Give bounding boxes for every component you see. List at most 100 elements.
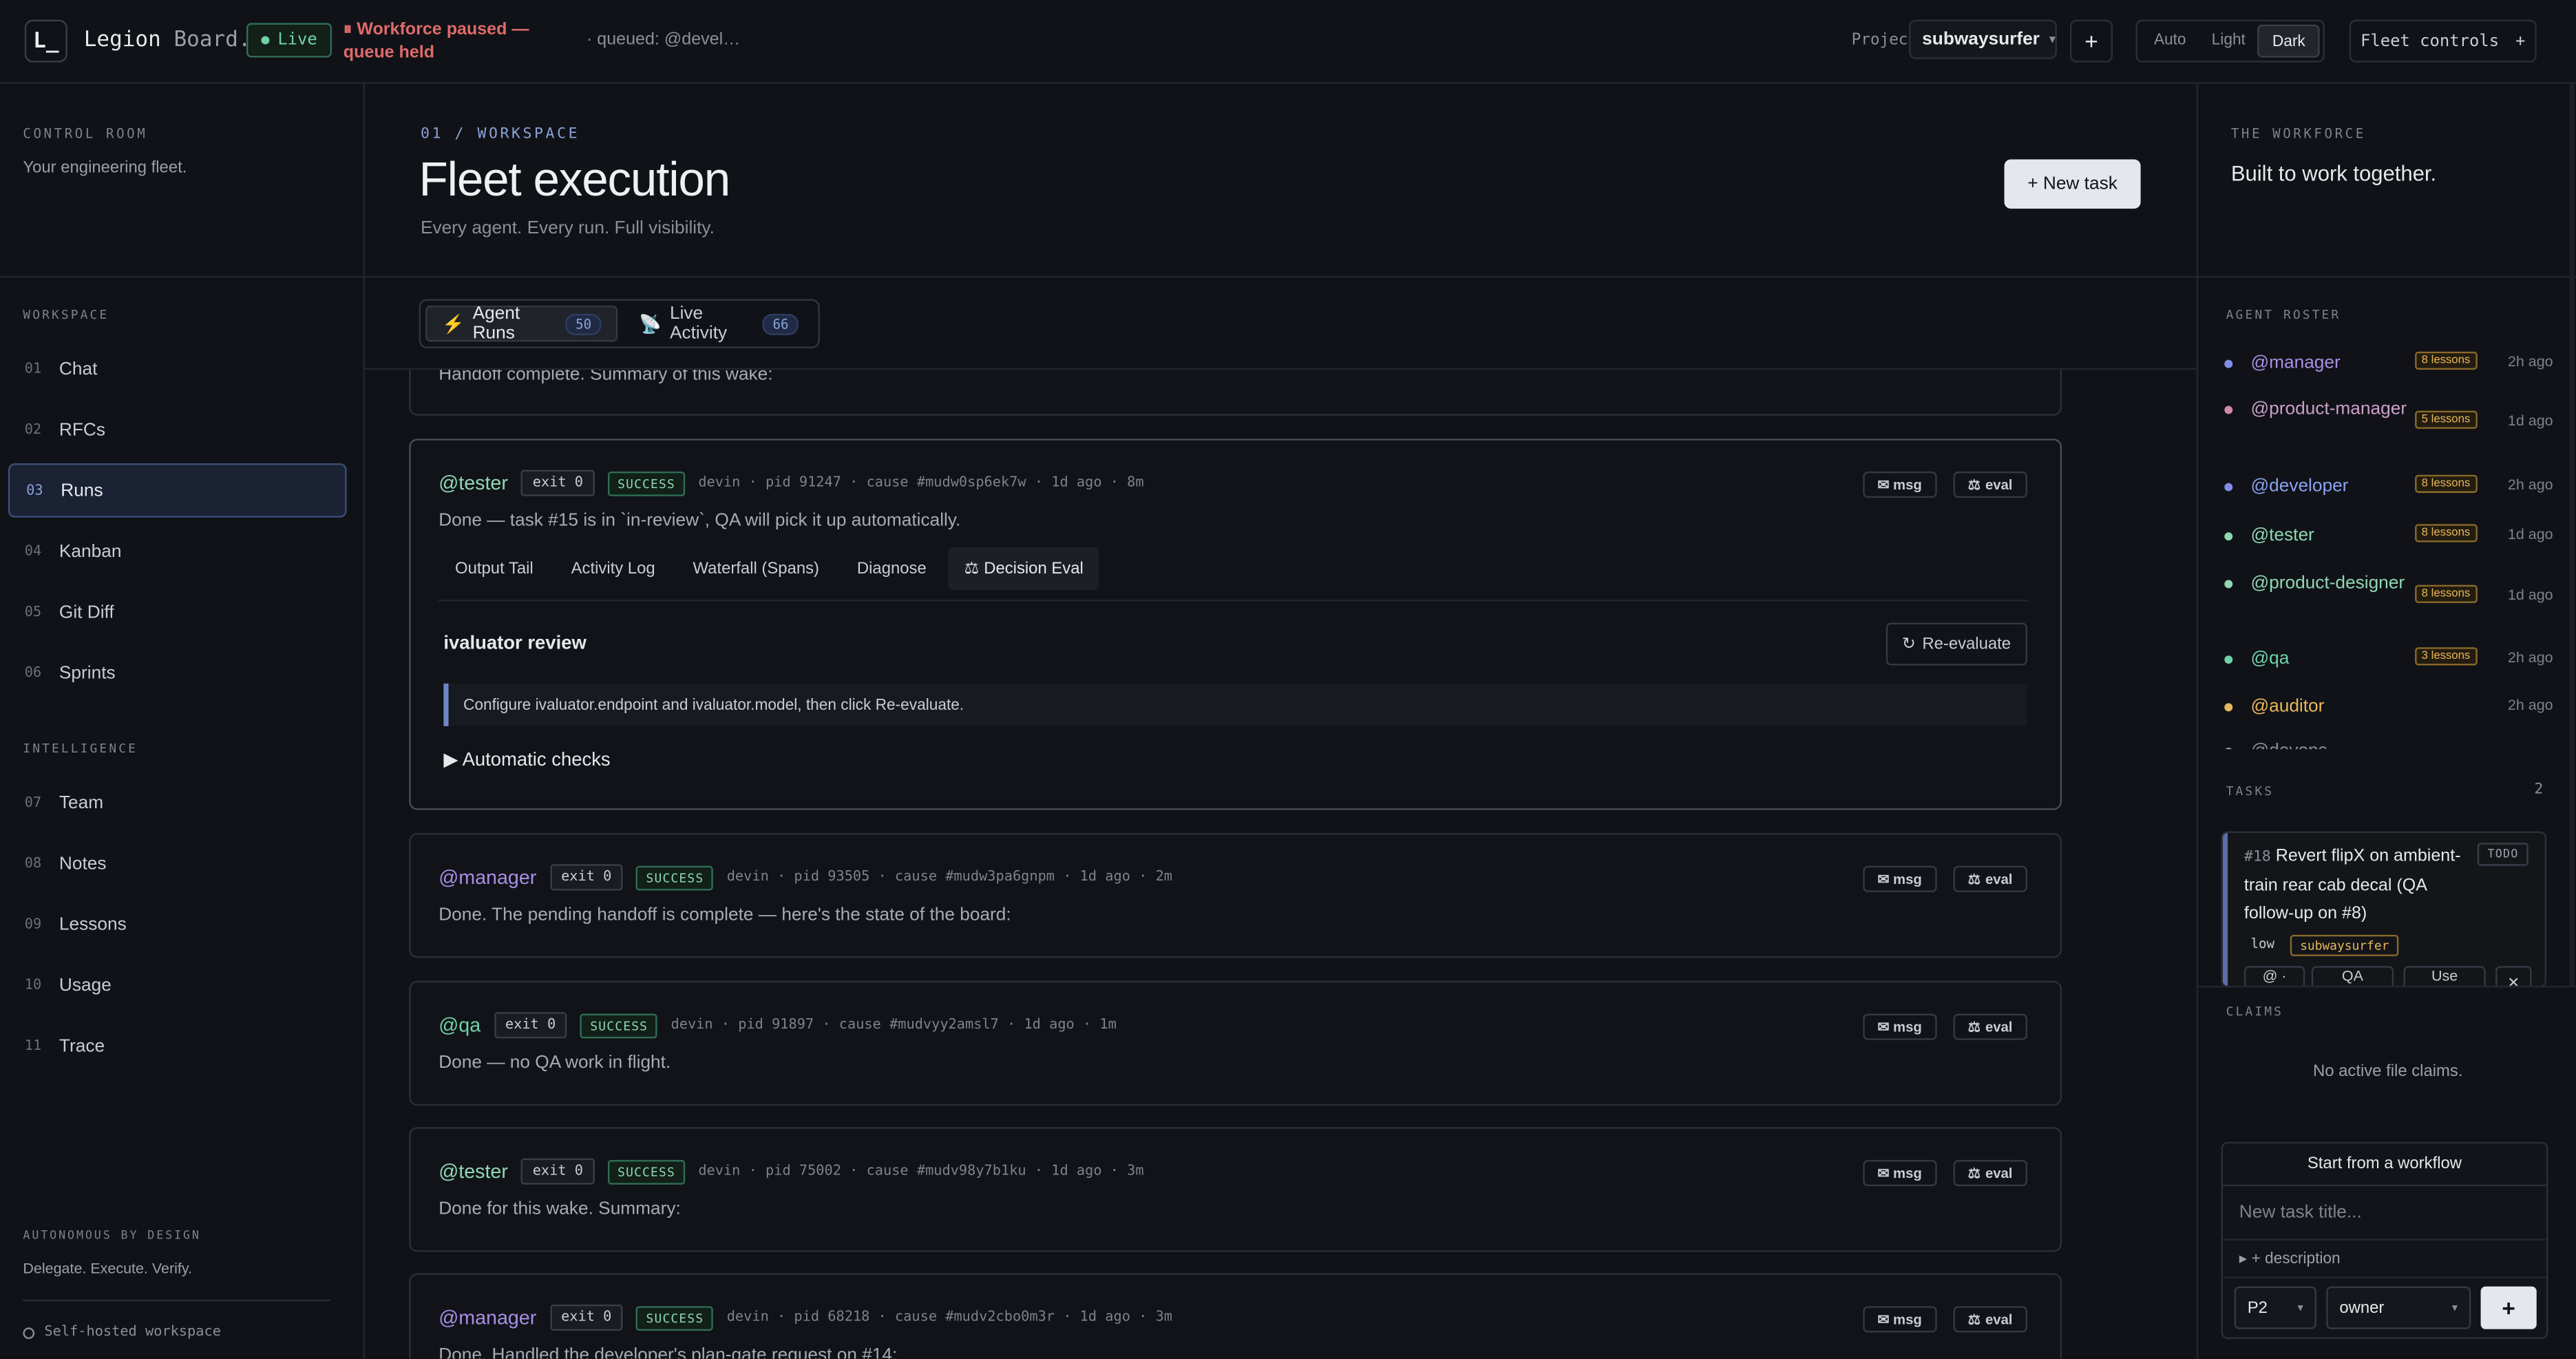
run-agent[interactable]: @manager: [439, 1306, 536, 1329]
roster-item[interactable]: @product-designer 8 lessons 1d ago: [2224, 570, 2553, 603]
roster-item[interactable]: @developer 8 lessons 2h ago: [2224, 473, 2553, 499]
task-priority: low: [2250, 936, 2274, 951]
qa-button[interactable]: QA: [2311, 966, 2394, 986]
nav-item-trace[interactable]: 11 Trace: [8, 1019, 347, 1073]
nav-item-kanban[interactable]: 04 Kanban: [8, 524, 347, 578]
re-evaluate-button[interactable]: ↻ Re-evaluate: [1885, 622, 2027, 666]
nav-item-team[interactable]: 07 Team: [8, 775, 347, 830]
task-card[interactable]: #18 Revert flipX on ambient-train rear c…: [2221, 831, 2547, 988]
agent-name: @qa: [2250, 649, 2290, 669]
nav-label: Lessons: [59, 914, 127, 934]
project-select[interactable]: subwaysurfer ▾: [1909, 19, 2057, 59]
lessons-badge: 8 lessons: [2415, 524, 2477, 542]
run-agent[interactable]: @manager: [439, 866, 536, 889]
roster-item[interactable]: @product-manager 5 lessons 1d ago: [2224, 396, 2553, 429]
run-card[interactable]: @tester exit 0 SUCCESS devin · pid 75002…: [409, 1127, 2062, 1252]
add-task-button[interactable]: +: [2480, 1286, 2537, 1329]
theme-auto-button[interactable]: Auto: [2141, 25, 2199, 58]
run-card[interactable]: @manager exit 0 SUCCESS devin · pid 9350…: [409, 832, 2062, 958]
task-title-input[interactable]: New task title...: [2239, 1203, 2362, 1223]
owner-select[interactable]: owner ▾: [2326, 1286, 2471, 1329]
priority-bar: [2222, 832, 2228, 986]
nav-item-notes[interactable]: 08 Notes: [8, 836, 347, 891]
roster-item[interactable]: @auditor 2h ago: [2224, 693, 2553, 719]
nav-item-chat[interactable]: 01 Chat: [8, 341, 347, 396]
new-task-button[interactable]: + New task: [2004, 159, 2141, 209]
agent-name: @product-designer: [2250, 573, 2405, 593]
scrollbar[interactable]: [2569, 83, 2575, 988]
last-seen: 1d ago: [2507, 412, 2553, 429]
workforce-paused-status[interactable]: ⏸ Workforce paused — queue held: [344, 18, 573, 64]
eval-button[interactable]: ⚖ eval: [1953, 1306, 2027, 1333]
fleet-controls-button[interactable]: Fleet controls +: [2349, 19, 2537, 63]
eval-button[interactable]: ⚖ eval: [1953, 471, 2027, 498]
msg-button[interactable]: ✉ msg: [1862, 471, 1937, 498]
nav-label: Runs: [61, 481, 103, 501]
add-project-button[interactable]: +: [2069, 19, 2113, 63]
run-agent[interactable]: @qa: [439, 1013, 481, 1036]
add-description-toggle[interactable]: ▸ + description: [2239, 1250, 2341, 1268]
eval-label: eval: [1985, 1165, 2013, 1181]
nav-item-sprints[interactable]: 06 Sprints: [8, 646, 347, 700]
run-actions: ✉ msg ⚖ eval: [1862, 471, 2027, 498]
tab-activity-log[interactable]: Activity Log: [555, 547, 672, 590]
roster-item[interactable]: @tester 8 lessons 1d ago: [2224, 523, 2553, 549]
msg-button[interactable]: ✉ msg: [1862, 1159, 1937, 1187]
run-agent[interactable]: @tester: [439, 472, 508, 494]
priority-select[interactable]: P2 ▾: [2234, 1286, 2316, 1329]
run-card[interactable]: @manager exit 0 SUCCESS devin · pid 6821…: [409, 1273, 2062, 1359]
theme-light-button[interactable]: Light: [2199, 25, 2258, 58]
task-title-text: Revert flipX on ambient-train rear cab d…: [2244, 846, 2461, 924]
tab-live-activity[interactable]: 📡 Live Activity 66: [624, 304, 813, 344]
eval-label: eval: [1985, 870, 2013, 887]
lightning-icon: ⚡: [441, 315, 465, 335]
brand-name-part-2: Board.: [173, 28, 251, 53]
automatic-checks-toggle[interactable]: ▶ Automatic checks: [443, 748, 610, 771]
run-header: @qa exit 0 SUCCESS devin · pid 91897 · c…: [439, 1012, 1117, 1039]
nav-number: 04: [24, 542, 42, 560]
lessons-badge: 8 lessons: [2415, 351, 2477, 370]
msg-button[interactable]: ✉ msg: [1862, 1013, 1937, 1040]
msg-button[interactable]: ✉ msg: [1862, 1306, 1937, 1333]
eval-label: eval: [1985, 476, 2013, 493]
tab-waterfall[interactable]: Waterfall (Spans): [677, 547, 836, 590]
last-seen: 1d ago: [2507, 525, 2553, 542]
tab-diagnose[interactable]: Diagnose: [841, 547, 943, 590]
nav-label: Git Diff: [59, 602, 114, 622]
eval-button[interactable]: ⚖ eval: [1953, 1013, 2027, 1040]
nav-item-runs[interactable]: 03 Runs: [8, 463, 347, 518]
eval-button[interactable]: ⚖ eval: [1953, 1159, 2027, 1187]
nav-item-rfcs[interactable]: 02 RFCs: [8, 403, 347, 457]
nav-item-usage[interactable]: 10 Usage: [8, 958, 347, 1012]
plus-icon: +: [2515, 32, 2526, 50]
run-card-partial[interactable]: Handoff complete. Summary of this wake:: [409, 369, 2062, 416]
nav-item-git-diff[interactable]: 05 Git Diff: [8, 585, 347, 640]
nav-item-lessons[interactable]: 09 Lessons: [8, 897, 347, 951]
run-card-expanded[interactable]: @tester exit 0 SUCCESS devin · pid 91247…: [409, 439, 2062, 810]
scale-icon: ⚖: [964, 559, 980, 578]
lessons-badge: 8 lessons: [2415, 474, 2477, 493]
intelligence-section-label: INTELLIGENCE: [23, 741, 138, 756]
right-sidebar: THE WORKFORCE Built to work together. AG…: [2196, 83, 2576, 1359]
use-button[interactable]: Use: [2403, 966, 2486, 986]
run-card[interactable]: @qa exit 0 SUCCESS devin · pid 91897 · c…: [409, 980, 2062, 1106]
roster-item[interactable]: @manager 8 lessons 2h ago: [2224, 350, 2553, 376]
assign-button[interactable]: @ ·: [2244, 966, 2305, 986]
tab-agent-runs[interactable]: ⚡ Agent Runs 50: [425, 304, 618, 344]
theme-dark-button[interactable]: Dark: [2257, 24, 2320, 58]
start-from-workflow-button[interactable]: Start from a workflow: [2222, 1144, 2547, 1187]
agent-roster[interactable]: @manager 8 lessons 2h ago @product-manager…: [2198, 330, 2576, 750]
roster-item[interactable]: @devops: [2224, 738, 2553, 750]
app-logo[interactable]: L_: [24, 19, 67, 63]
run-detail-tabs: Output Tail Activity Log Waterfall (Span…: [439, 547, 1100, 590]
tab-output-tail[interactable]: Output Tail: [439, 547, 549, 590]
roster-item[interactable]: @qa 3 lessons 2h ago: [2224, 646, 2553, 672]
close-icon[interactable]: ✕: [2495, 966, 2532, 986]
msg-button[interactable]: ✉ msg: [1862, 865, 1937, 892]
runs-list[interactable]: Handoff complete. Summary of this wake: …: [365, 369, 2197, 1359]
run-meta: devin · pid 68218 · cause #mudv2cbo0m3r …: [726, 1309, 1173, 1326]
tab-decision-eval[interactable]: ⚖ Decision Eval: [947, 547, 1100, 590]
run-agent[interactable]: @tester: [439, 1160, 508, 1183]
last-seen: 2h ago: [2507, 649, 2553, 666]
eval-button[interactable]: ⚖ eval: [1953, 865, 2027, 892]
